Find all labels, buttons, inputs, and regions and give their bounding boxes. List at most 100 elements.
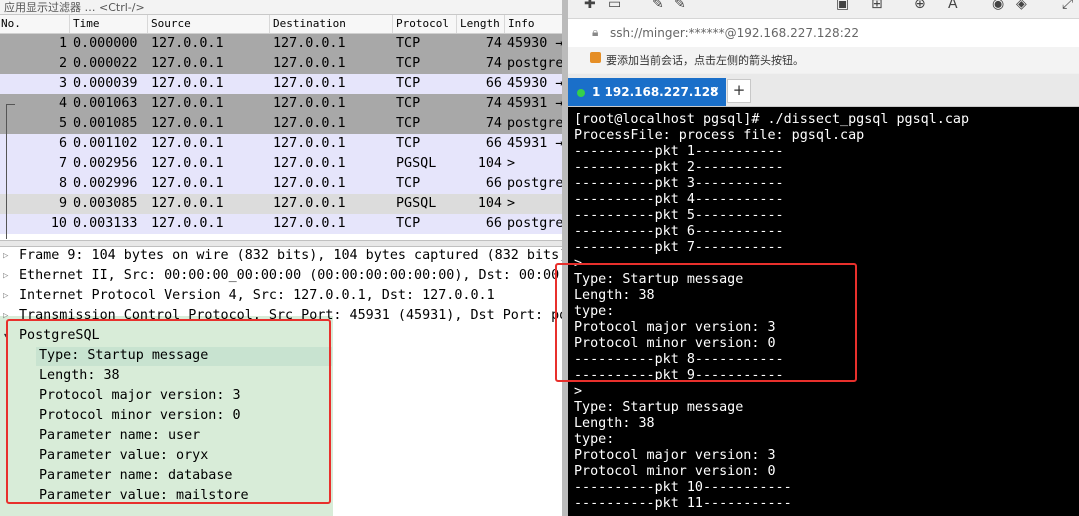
column-separator[interactable]	[456, 15, 457, 33]
packet-row[interactable]: 4 0.001063 127.0.0.1 127.0.0.1 TCP 74 45931 →	[0, 94, 562, 114]
filter-placeholder: 应用显示过滤器 … <Ctrl-/>	[4, 1, 145, 14]
terminal-line: ----------pkt 4-----------	[574, 192, 784, 207]
packet-time: 0.001102	[73, 136, 138, 151]
packet-info: >	[507, 156, 516, 171]
detail-tree-item[interactable]: ▷ Internet Protocol Version 4, Src: 127.0…	[0, 286, 562, 306]
session-hint-bar: 要添加当前会话，点击左侧的箭头按钮。	[568, 47, 1079, 73]
connected-status-icon	[577, 89, 585, 97]
pencil-icon[interactable]: ✎	[652, 0, 664, 12]
packet-info: >	[507, 196, 516, 211]
address-bar[interactable]: 🔒︎ ssh://minger:******@192.168.227.128:2…	[568, 18, 1079, 48]
column-no[interactable]: No.	[1, 17, 21, 30]
globe-icon[interactable]: ⊕	[914, 0, 926, 12]
packet-row[interactable]: 80.002996127.0.0.1127.0.0.1TCP66postgres	[0, 174, 562, 194]
packet-time: 0.000022	[73, 56, 138, 71]
packet-time: 0.001085	[73, 116, 138, 131]
new-tab-button[interactable]: +	[727, 79, 751, 103]
expand-arrow-icon[interactable]: ▷	[3, 246, 8, 266]
display-filter-input[interactable]: 应用显示过滤器 … <Ctrl-/>	[0, 0, 562, 15]
packet-row[interactable]: 10 0.003133 127.0.0.1 127.0.0.1 TCP 66 postgre…	[0, 214, 562, 234]
packet-source: 127.0.0.1	[151, 176, 224, 191]
packet-protocol: TCP	[396, 176, 421, 191]
annotation-box	[555, 263, 857, 382]
packet-row[interactable]: 2 0.000022 127.0.0.1 127.0.0.1 TCP 74 postgres	[0, 54, 562, 74]
packet-row[interactable]: 50.001085127.0.0.1127.0.0.1TCP74postgres	[0, 114, 562, 134]
packet-time: 0.001063	[73, 96, 138, 111]
packet-source: 127.0.0.1	[151, 56, 224, 71]
terminal-line: Protocol minor version: 0	[574, 464, 776, 479]
bookmark-icon[interactable]	[590, 52, 601, 63]
packet-length: 74	[485, 56, 502, 71]
monitor-icon[interactable]: ▣	[836, 0, 849, 12]
packet-row[interactable]: 3 0.000039 127.0.0.1 127.0.0.1 TCP 66 45930 →	[0, 74, 562, 94]
new-session-icon[interactable]: ✚	[584, 0, 596, 12]
packet-info: 45930 →	[507, 36, 562, 51]
packet-number: 2	[58, 56, 67, 71]
packet-source: 127.0.0.1	[151, 196, 224, 211]
terminal-line: type:	[574, 432, 615, 447]
packet-time: 0.002996	[73, 176, 138, 191]
packet-number: 1	[58, 36, 67, 51]
terminal-line: ----------pkt 7-----------	[574, 240, 784, 255]
packet-protocol: PGSQL	[396, 196, 437, 211]
packet-protocol: TCP	[396, 36, 421, 51]
column-separator[interactable]	[392, 15, 393, 33]
column-time[interactable]: Time	[73, 17, 100, 30]
column-separator[interactable]	[147, 15, 148, 33]
packet-row[interactable]: 7 0.002956 127.0.0.1 127.0.0.1 PGSQL 104 >	[0, 154, 562, 174]
fullscreen-icon[interactable]: ⤢	[1062, 0, 1073, 12]
terminal-line: ----------pkt 3-----------	[574, 176, 784, 191]
packet-destination: 127.0.0.1	[273, 96, 346, 111]
packet-info: postgres	[507, 216, 562, 231]
packet-source: 127.0.0.1	[151, 116, 224, 131]
packet-row[interactable]: 6 0.001102 127.0.0.1 127.0.0.1 TCP 66 45931 →	[0, 134, 562, 154]
expand-arrow-icon[interactable]: ▷	[3, 266, 8, 286]
packet-list-header: No. Time Source Destination Protocol Len…	[0, 15, 562, 34]
layout-icon[interactable]: ⊞	[871, 0, 883, 12]
detail-text: Ethernet II, Src: 00:00:00_00:00:00 (00:…	[19, 268, 562, 283]
packet-destination: 127.0.0.1	[273, 136, 346, 151]
detail-tree-item[interactable]: ▷ Ethernet II, Src: 00:00:00_00:00:00 (00…	[0, 266, 562, 286]
properties-icon[interactable]: ✎	[674, 0, 686, 12]
toolbar: ✚ ▭ ✎ ✎ ▣ ⊞ ⊕ A ◉ ◈ ⤢	[568, 0, 1079, 17]
packet-info: postgres	[507, 116, 562, 131]
packet-info: postgres	[507, 56, 562, 71]
packet-protocol: PGSQL	[396, 156, 437, 171]
packet-destination: 127.0.0.1	[273, 116, 346, 131]
ssh-address: ssh://minger:******@192.168.227.128:22	[610, 26, 860, 40]
column-separator[interactable]	[269, 15, 270, 33]
column-separator[interactable]	[69, 15, 70, 33]
session-hint-text: 要添加当前会话，点击左侧的箭头按钮。	[606, 54, 804, 67]
packet-row[interactable]: 9 0.003085 127.0.0.1 127.0.0.1 PGSQL 104 >	[0, 194, 562, 214]
lock-icon: 🔒︎	[592, 25, 599, 39]
packet-row[interactable]: 1 0.000000 127.0.0.1 127.0.0.1 TCP 74 45930 →	[0, 34, 562, 54]
column-separator[interactable]	[504, 15, 505, 33]
session-tab[interactable]: 1 192.168.227.128 ×	[568, 78, 726, 106]
packet-source: 127.0.0.1	[151, 156, 224, 171]
column-info[interactable]: Info	[508, 17, 535, 30]
packet-length: 66	[485, 136, 502, 151]
packet-destination: 127.0.0.1	[273, 76, 346, 91]
column-length[interactable]: Length	[460, 17, 500, 30]
close-tab-icon[interactable]: ×	[709, 84, 720, 99]
column-source[interactable]: Source	[151, 17, 191, 30]
packet-source: 127.0.0.1	[151, 136, 224, 151]
packet-protocol: TCP	[396, 116, 421, 131]
packet-length: 104	[477, 196, 502, 211]
packet-destination: 127.0.0.1	[273, 36, 346, 51]
detail-tree-item[interactable]: ▷ Frame 9: 104 bytes on wire (832 bits), …	[0, 246, 562, 266]
transfer-icon[interactable]: ◉	[992, 0, 1004, 12]
column-destination[interactable]: Destination	[273, 17, 346, 30]
packet-protocol: TCP	[396, 136, 421, 151]
ssh-client-window: ✚ ▭ ✎ ✎ ▣ ⊞ ⊕ A ◉ ◈ ⤢ 🔒︎ ssh://minger:**…	[568, 0, 1079, 516]
font-icon[interactable]: A	[948, 0, 958, 12]
script-icon[interactable]: ◈	[1016, 0, 1027, 12]
packet-length: 66	[485, 216, 502, 231]
terminal-line: ----------pkt 6-----------	[574, 224, 784, 239]
terminal-line: ----------pkt 1-----------	[574, 144, 784, 159]
packet-protocol: TCP	[396, 96, 421, 111]
packet-time: 0.000039	[73, 76, 138, 91]
expand-arrow-icon[interactable]: ▷	[3, 286, 8, 306]
open-folder-icon[interactable]: ▭	[608, 0, 621, 12]
column-protocol[interactable]: Protocol	[396, 17, 449, 30]
